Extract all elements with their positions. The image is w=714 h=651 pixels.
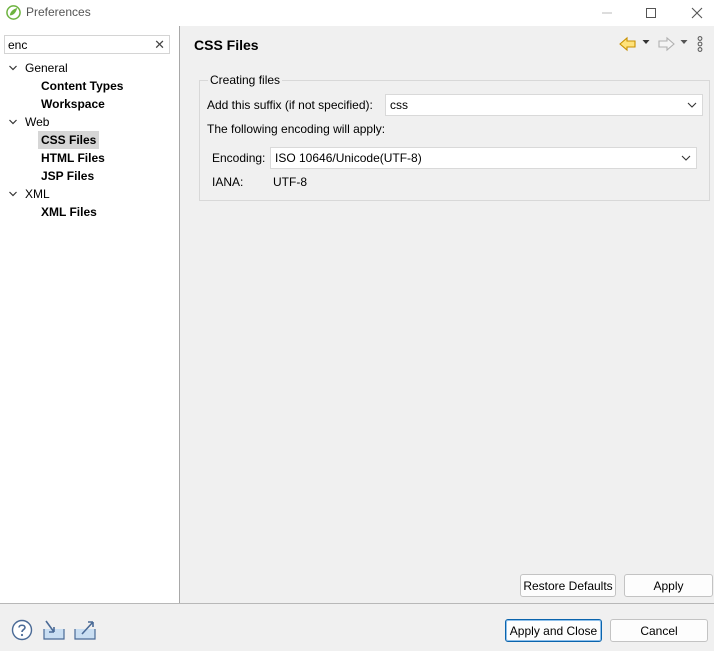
iana-label: IANA:	[212, 175, 244, 189]
encoding-value: ISO 10646/Unicode(UTF-8)	[275, 151, 422, 165]
apply-and-close-button[interactable]: Apply and Close	[505, 619, 602, 642]
window-title: Preferences	[26, 5, 91, 19]
view-menu-icon[interactable]	[697, 36, 703, 52]
suffix-label: Add this suffix (if not specified):	[207, 98, 373, 112]
cancel-button[interactable]: Cancel	[610, 619, 708, 642]
maximize-icon	[646, 8, 656, 18]
creating-files-group: Creating files Add this suffix (if not s…	[199, 73, 710, 201]
tree-label-workspace: Workspace	[41, 97, 105, 111]
chevron-down-icon[interactable]	[8, 59, 18, 77]
close-button[interactable]	[674, 0, 714, 26]
tree-label-css-files: CSS Files	[38, 131, 100, 149]
tree-label-xml-files: XML Files	[41, 205, 97, 219]
minimize-button[interactable]	[584, 0, 630, 26]
spring-leaf-icon	[6, 5, 21, 20]
chevron-down-icon[interactable]	[8, 113, 18, 131]
tree-label-html-files: HTML Files	[41, 151, 105, 165]
clear-filter-icon[interactable]: ✕	[154, 37, 165, 53]
iana-value: UTF-8	[273, 175, 307, 189]
chevron-down-icon	[681, 155, 691, 161]
tree-label-jsp-files: JSP Files	[41, 169, 95, 183]
page-content: Creating files Add this suffix (if not s…	[181, 63, 714, 603]
tree-label-web: Web	[25, 115, 50, 129]
suffix-value: css	[390, 98, 408, 112]
help-icon[interactable]	[11, 619, 35, 641]
tree-label-general: General	[25, 61, 68, 75]
encoding-label: Encoding:	[212, 151, 266, 165]
filter-input[interactable]	[8, 38, 148, 52]
forward-arrow-icon[interactable]	[657, 36, 675, 52]
encoding-note: The following encoding will apply:	[207, 122, 386, 136]
suffix-combo[interactable]: css	[385, 94, 703, 116]
title-bar: Preferences	[0, 0, 714, 26]
forward-history-dropdown-icon[interactable]	[680, 38, 688, 46]
encoding-combo[interactable]: ISO 10646/Unicode(UTF-8)	[270, 147, 697, 169]
preference-tree-pane: ✕ General Content Types Workspace Web CS…	[0, 26, 180, 603]
back-arrow-icon[interactable]	[619, 36, 637, 52]
minimize-icon	[602, 12, 612, 14]
page-header: CSS Files	[181, 26, 714, 63]
apply-button[interactable]: Apply	[624, 574, 713, 597]
group-title: Creating files	[208, 73, 283, 87]
export-preferences-icon[interactable]	[73, 619, 97, 641]
page-title: CSS Files	[194, 37, 259, 53]
import-preferences-icon[interactable]	[42, 619, 66, 641]
maximize-button[interactable]	[628, 0, 674, 26]
back-history-dropdown-icon[interactable]	[642, 38, 650, 46]
close-icon	[691, 7, 703, 19]
tree-label-xml: XML	[25, 187, 50, 201]
tree-label-content-types: Content Types	[41, 79, 124, 93]
chevron-down-icon	[687, 102, 697, 108]
filter-field[interactable]: ✕	[4, 35, 170, 54]
restore-defaults-button[interactable]: Restore Defaults	[520, 574, 616, 597]
dialog-button-bar: Apply and Close Cancel	[0, 604, 714, 651]
chevron-down-icon[interactable]	[8, 185, 18, 203]
